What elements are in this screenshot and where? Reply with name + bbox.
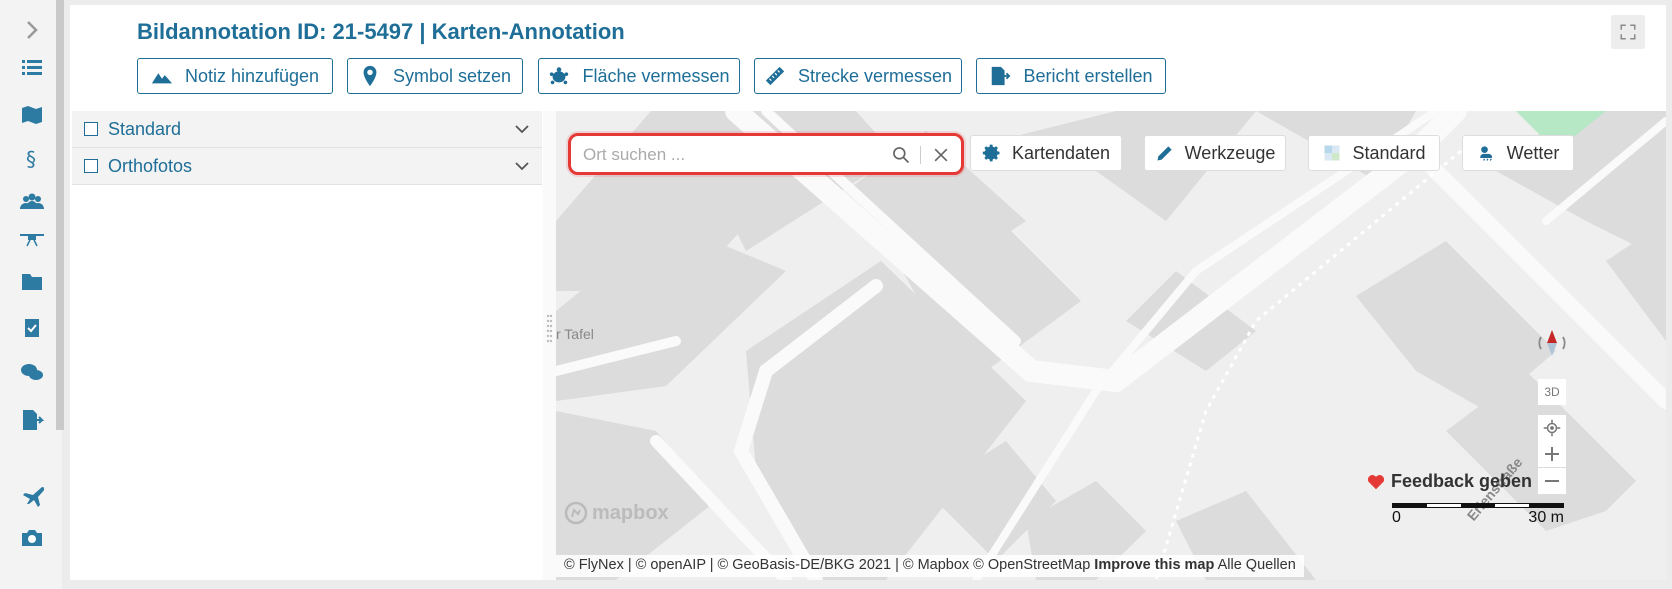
- layer-list: Standard Orthofotos: [72, 111, 542, 185]
- turtle-area-icon: [550, 67, 569, 85]
- map-view[interactable]: r Tafel Erlenstraße Kartendaten Werkzeug…: [556, 111, 1666, 580]
- heart-icon: [1367, 474, 1385, 489]
- minus-icon: [1545, 480, 1559, 482]
- add-note-button[interactable]: Notiz hinzufügen: [137, 58, 333, 94]
- scale-bar: 0 30 m: [1392, 503, 1564, 527]
- mapbox-logo-text: mapbox: [592, 501, 669, 524]
- fullscreen-button[interactable]: [1611, 15, 1645, 49]
- compass-icon[interactable]: [1536, 327, 1568, 359]
- search-input[interactable]: [583, 144, 883, 166]
- tools-button[interactable]: Werkzeuge: [1144, 135, 1286, 171]
- pencil-icon: [1157, 146, 1172, 161]
- list-icon[interactable]: [16, 52, 48, 84]
- map-plane-icon[interactable]: [16, 99, 48, 131]
- gear-icon: [982, 144, 1000, 162]
- camera-icon[interactable]: [16, 522, 48, 554]
- drone-icon[interactable]: [16, 222, 48, 254]
- place-search[interactable]: [568, 133, 964, 175]
- improve-map-link[interactable]: Improve this map: [1094, 557, 1214, 573]
- feedback-link[interactable]: Feedback geben: [1367, 471, 1532, 492]
- attribution-text: © FlyNex | © openAIP | © GeoBasis-DE/BKG…: [564, 557, 1091, 573]
- all-sources-link[interactable]: Alle Quellen: [1218, 557, 1296, 573]
- weather-icon: [1479, 146, 1492, 161]
- page-title: Bildannotation ID: 21-5497 | Karten-Anno…: [137, 19, 625, 44]
- drag-handle-icon: [546, 314, 553, 343]
- ruler-icon: [765, 66, 785, 86]
- zoom-in-button[interactable]: [1538, 441, 1566, 467]
- clipboard-check-icon[interactable]: [16, 311, 48, 343]
- feedback-label: Feedback geben: [1391, 471, 1533, 491]
- basemap-icon: [1324, 145, 1340, 161]
- scale-end: 30 m: [1528, 509, 1564, 526]
- paragraph-icon[interactable]: §: [16, 142, 48, 174]
- weather-button[interactable]: Wetter: [1462, 135, 1574, 171]
- basemap-label: Standard: [1352, 142, 1426, 163]
- measure-area-label: Fläche vermessen: [582, 65, 730, 86]
- comments-icon[interactable]: [16, 357, 48, 389]
- layer-item-standard[interactable]: Standard: [72, 111, 542, 148]
- expand-icon: [1620, 24, 1636, 40]
- tools-label: Werkzeuge: [1184, 142, 1276, 163]
- place-label: r Tafel: [556, 326, 594, 342]
- search-icon[interactable]: [891, 145, 911, 165]
- map-data-label: Kartendaten: [1011, 142, 1111, 163]
- chevron-right-icon[interactable]: [16, 14, 48, 46]
- mapbox-logo[interactable]: mapbox: [564, 501, 669, 525]
- measure-distance-button[interactable]: Strecke vermessen: [754, 58, 962, 94]
- scale-bar-graphic: [1392, 503, 1564, 508]
- chevron-down-icon[interactable]: [514, 158, 530, 174]
- layer-checkbox[interactable]: [84, 122, 98, 136]
- measure-distance-label: Strecke vermessen: [797, 65, 953, 86]
- chevron-down-icon[interactable]: [514, 121, 530, 137]
- sidebar-scrollbar[interactable]: [56, 0, 64, 430]
- create-report-label: Bericht erstellen: [1023, 65, 1153, 86]
- file-export-icon[interactable]: [16, 404, 48, 436]
- map-attribution: © FlyNex | © openAIP | © GeoBasis-DE/BKG…: [556, 555, 1304, 577]
- close-icon[interactable]: [931, 145, 951, 165]
- plane-icon[interactable]: [16, 480, 48, 512]
- search-divider: [920, 146, 921, 164]
- weather-label: Wetter: [1506, 142, 1560, 163]
- locate-button[interactable]: [1538, 415, 1566, 441]
- plus-icon: [1545, 447, 1559, 461]
- locate-icon: [1543, 419, 1561, 437]
- layer-label: Orthofotos: [108, 155, 193, 176]
- main-panel: Bildannotation ID: 21-5497 | Karten-Anno…: [70, 5, 1666, 580]
- create-report-button[interactable]: Bericht erstellen: [976, 58, 1166, 94]
- layer-label: Standard: [108, 118, 182, 139]
- layer-item-orthofotos[interactable]: Orthofotos: [72, 148, 542, 185]
- panel-splitter[interactable]: [543, 111, 556, 580]
- zoom-out-button[interactable]: [1538, 468, 1566, 494]
- sidebar: §: [0, 0, 64, 589]
- layer-checkbox[interactable]: [84, 159, 98, 173]
- basemap-button[interactable]: Standard: [1308, 135, 1440, 171]
- set-symbol-button[interactable]: Symbol setzen: [347, 58, 523, 94]
- mapbox-logo-icon: [564, 501, 588, 525]
- svg-text:§: §: [26, 147, 36, 170]
- scale-start: 0: [1392, 509, 1401, 526]
- three-d-toggle[interactable]: 3D: [1538, 379, 1566, 405]
- measure-area-button[interactable]: Fläche vermessen: [538, 58, 740, 94]
- map-marker-icon: [363, 65, 377, 87]
- file-export-icon: [992, 66, 1011, 86]
- map-data-button[interactable]: Kartendaten: [970, 135, 1122, 171]
- mountain-note-icon: [151, 73, 173, 84]
- folder-icon[interactable]: [16, 266, 48, 298]
- users-icon[interactable]: [16, 186, 48, 218]
- add-note-label: Notiz hinzufügen: [184, 65, 320, 86]
- set-symbol-label: Symbol setzen: [392, 65, 512, 86]
